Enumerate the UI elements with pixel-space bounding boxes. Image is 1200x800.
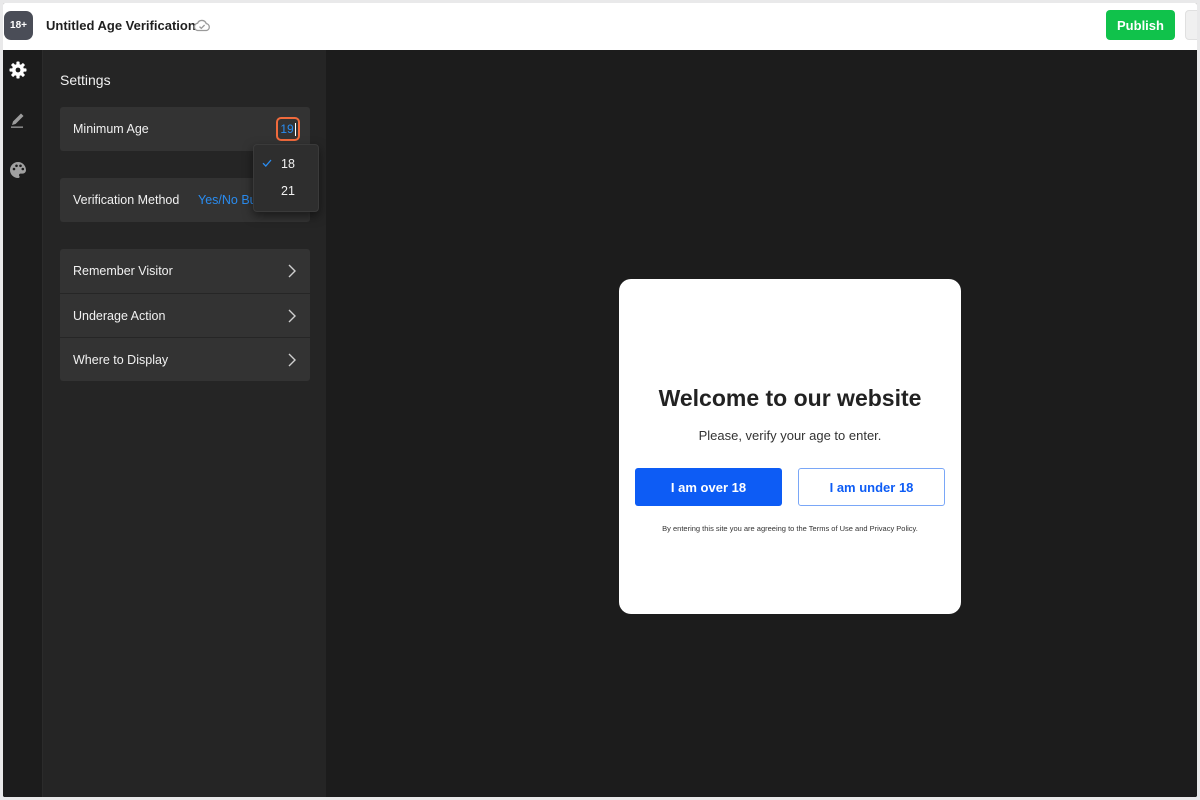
age-verification-modal: Welcome to our website Please, verify yo…: [619, 279, 961, 614]
verification-method-value[interactable]: Yes/No Bu: [198, 193, 257, 207]
app-logo[interactable]: 18+: [4, 11, 33, 40]
age-option-21[interactable]: 21: [254, 178, 318, 204]
gear-icon[interactable]: [8, 60, 28, 80]
chevron-right-icon: [288, 353, 296, 367]
panel-title: Settings: [60, 72, 111, 88]
checkmark-icon: [262, 159, 272, 167]
age-dropdown: 18 21: [253, 144, 319, 212]
modal-title: Welcome to our website: [658, 385, 922, 411]
verification-method-label: Verification Method: [73, 193, 180, 207]
document-title[interactable]: Untitled Age Verification: [46, 18, 196, 33]
minimum-age-value: 19: [280, 122, 294, 136]
app-window: 18+ Untitled Age Verification Publish Se…: [3, 3, 1197, 797]
chevron-right-icon: [288, 309, 296, 323]
terms-disclaimer: By entering this site you are agreeing t…: [662, 524, 918, 533]
palette-icon[interactable]: [8, 160, 28, 180]
modal-subtitle: Please, verify your age to enter.: [698, 428, 882, 443]
minimum-age-label: Minimum Age: [73, 122, 149, 136]
age-option-label: 21: [281, 184, 295, 198]
pencil-icon[interactable]: [8, 110, 28, 130]
nav-item-label: Where to Display: [73, 352, 169, 367]
text-caret: [294, 122, 296, 136]
age-option-label: 18: [281, 157, 295, 171]
sidebar-rail: [3, 50, 43, 797]
nav-item-where-to-display[interactable]: Where to Display: [60, 337, 310, 381]
settings-nav-card: Remember Visitor Underage Action Where t…: [60, 249, 310, 381]
minimum-age-input[interactable]: 19: [276, 117, 300, 141]
preview-canvas: Welcome to our website Please, verify yo…: [326, 50, 1197, 797]
chevron-right-icon: [288, 264, 296, 278]
age-option-18[interactable]: 18: [254, 151, 318, 177]
over-age-button[interactable]: I am over 18: [635, 468, 782, 506]
nav-item-remember-visitor[interactable]: Remember Visitor: [60, 249, 310, 293]
nav-item-label: Underage Action: [73, 308, 166, 323]
cloud-saved-icon: [193, 19, 210, 32]
top-bar: 18+ Untitled Age Verification Publish: [3, 3, 1197, 50]
more-button[interactable]: [1185, 10, 1197, 40]
publish-button[interactable]: Publish: [1106, 10, 1175, 40]
nav-item-label: Remember Visitor: [73, 264, 173, 278]
under-age-button[interactable]: I am under 18: [798, 468, 945, 506]
nav-item-underage-action[interactable]: Underage Action: [60, 293, 310, 337]
